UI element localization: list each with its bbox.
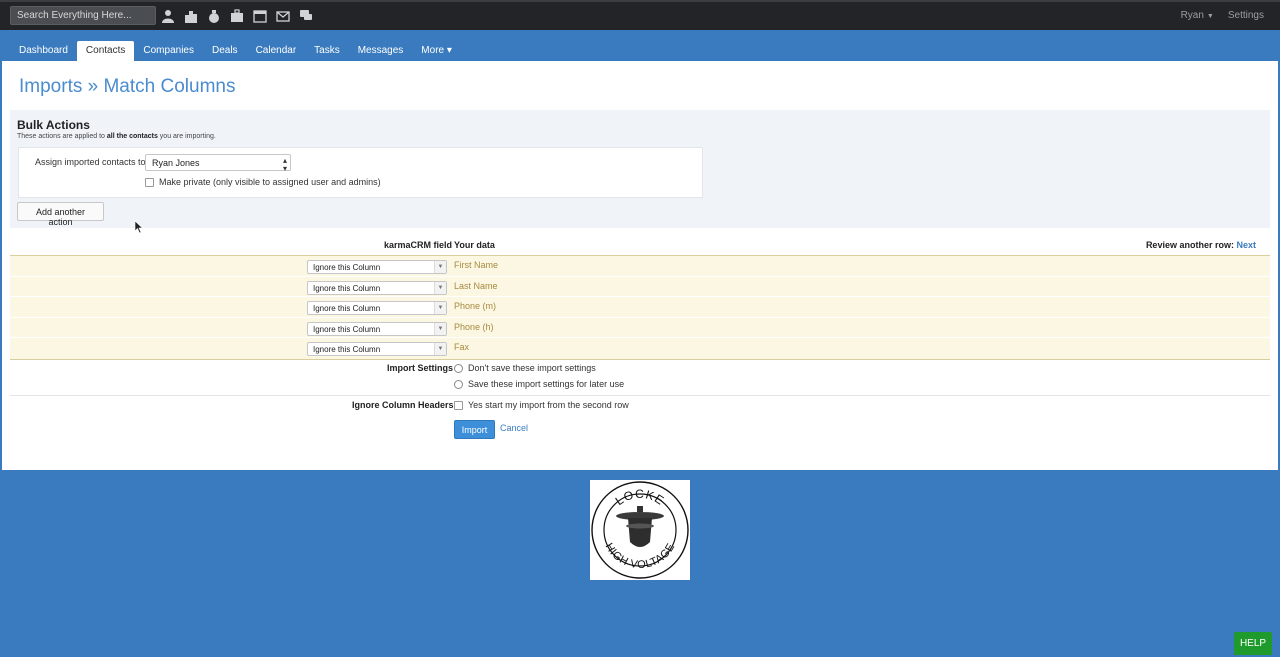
- main-nav: Dashboard Contacts Companies Deals Calen…: [0, 30, 1280, 61]
- chevron-down-icon: ▼: [434, 302, 446, 315]
- top-icons: [160, 8, 314, 23]
- chevron-down-icon: ▼: [1206, 13, 1214, 20]
- chat-icon[interactable]: [298, 8, 314, 23]
- user-menu: Ryan ▼ Settings: [1181, 10, 1264, 21]
- table-row: Ignore this Column ▼ Phone (m): [10, 297, 1270, 318]
- search-input[interactable]: [10, 6, 156, 25]
- assign-label: Assign imported contacts to: [35, 157, 146, 167]
- svg-text:LOCKE: LOCKE: [613, 487, 667, 508]
- ignore-headers-label: Ignore Column Headers?: [352, 400, 460, 410]
- chevron-down-icon: ▼: [434, 343, 446, 356]
- make-private-checkbox[interactable]: [145, 177, 154, 187]
- your-data-header: Your data: [454, 240, 495, 250]
- tab-deals[interactable]: Deals: [203, 41, 247, 61]
- tab-tasks[interactable]: Tasks: [305, 41, 349, 61]
- make-private-option: Make private (only visible to assigned u…: [145, 177, 381, 187]
- table-row: Ignore this Column ▼ First Name: [10, 256, 1270, 277]
- messages-icon[interactable]: [275, 8, 291, 23]
- review-row: Review another row: Next: [1146, 240, 1256, 250]
- column-mapping-table: Ignore this Column ▼ First Name Ignore th…: [10, 255, 1270, 360]
- ignore-headers-option: Yes start my import from the second row: [454, 400, 629, 410]
- table-row: Ignore this Column ▼ Fax: [10, 338, 1270, 359]
- tab-companies[interactable]: Companies: [134, 41, 203, 61]
- settings-link[interactable]: Settings: [1228, 10, 1264, 21]
- select-arrows-icon: ▴ ▾: [282, 156, 287, 173]
- bulk-actions-heading: Bulk Actions: [17, 118, 90, 132]
- locke-logo: LOCKE HIGH VOLTAGE: [590, 480, 690, 580]
- save-settings-label: Save these import settings for later use: [468, 379, 625, 389]
- main-content: Imports » Match Columns Bulk Actions The…: [2, 61, 1278, 470]
- karmacrm-field-header: karmaCRM field: [384, 240, 453, 250]
- column-select[interactable]: Ignore this Column ▼: [307, 321, 447, 336]
- companies-icon[interactable]: [183, 8, 199, 23]
- top-bar: Ryan▼ Settings: [0, 0, 1280, 30]
- mouse-cursor-icon: [135, 221, 143, 233]
- calendar-icon[interactable]: [252, 8, 268, 23]
- cases-icon[interactable]: [229, 8, 245, 23]
- dont-save-option: Don't save these import settings: [454, 363, 596, 373]
- column-select[interactable]: Ignore this Column ▼: [307, 301, 447, 316]
- tab-more[interactable]: More ▾: [412, 41, 461, 61]
- assign-action-box: Assign imported contacts to Ryan Jones ▴…: [18, 147, 703, 198]
- page-title: Imports » Match Columns: [19, 76, 236, 97]
- tab-dashboard[interactable]: Dashboard: [10, 41, 77, 61]
- save-settings-radio[interactable]: [454, 379, 463, 389]
- deals-icon[interactable]: [206, 8, 222, 23]
- add-action-button[interactable]: Add another action: [17, 202, 104, 227]
- ignore-headers-option-label: Yes start my import from the second row: [468, 400, 629, 410]
- chevron-down-icon: ▼: [434, 261, 446, 273]
- tab-calendar[interactable]: Calendar: [247, 41, 306, 61]
- your-data-value: Last Name: [454, 280, 498, 291]
- your-data-value: Fax: [454, 342, 470, 353]
- save-settings-option: Save these import settings for later use: [454, 379, 624, 389]
- table-row: Ignore this Column ▼ Phone (h): [10, 318, 1270, 339]
- user-name: Ryan: [1180, 10, 1204, 21]
- tab-contacts[interactable]: Contacts: [76, 41, 135, 61]
- review-next-link[interactable]: Next: [1236, 240, 1256, 250]
- bulk-actions-description: These actions are applied to all the con…: [17, 133, 216, 140]
- import-settings-label: Import Settings: [387, 363, 454, 373]
- tab-messages[interactable]: Messages: [349, 41, 413, 61]
- column-select[interactable]: Ignore this Column ▼: [307, 342, 447, 357]
- user-dropdown[interactable]: Ryan ▼: [1181, 10, 1214, 21]
- ignore-headers-checkbox[interactable]: [454, 400, 463, 410]
- chevron-down-icon: ▼: [434, 322, 446, 335]
- cancel-link[interactable]: Cancel: [500, 423, 528, 433]
- review-label: Review another row:: [1145, 240, 1234, 250]
- your-data-value: Phone (h): [454, 321, 494, 332]
- bulk-actions-panel: Bulk Actions These actions are applied t…: [10, 110, 1270, 228]
- column-select[interactable]: Ignore this Column ▼: [307, 260, 447, 274]
- help-button[interactable]: HELP: [1234, 632, 1272, 655]
- contacts-icon[interactable]: [160, 8, 176, 23]
- dont-save-radio[interactable]: [454, 363, 463, 373]
- divider: [10, 395, 1270, 396]
- column-select[interactable]: Ignore this Column ▼: [307, 280, 447, 295]
- your-data-value: First Name: [454, 260, 499, 270]
- assign-user-select[interactable]: Ryan Jones ▴ ▾: [145, 154, 291, 173]
- your-data-value: Phone (m): [454, 301, 497, 312]
- import-button[interactable]: Import: [454, 420, 495, 439]
- assign-user-value: Ryan Jones: [152, 158, 200, 168]
- table-row: Ignore this Column ▼ Last Name: [10, 277, 1270, 298]
- make-private-label: Make private (only visible to assigned u…: [159, 177, 381, 187]
- dont-save-label: Don't save these import settings: [468, 363, 596, 373]
- chevron-down-icon: ▼: [434, 281, 446, 294]
